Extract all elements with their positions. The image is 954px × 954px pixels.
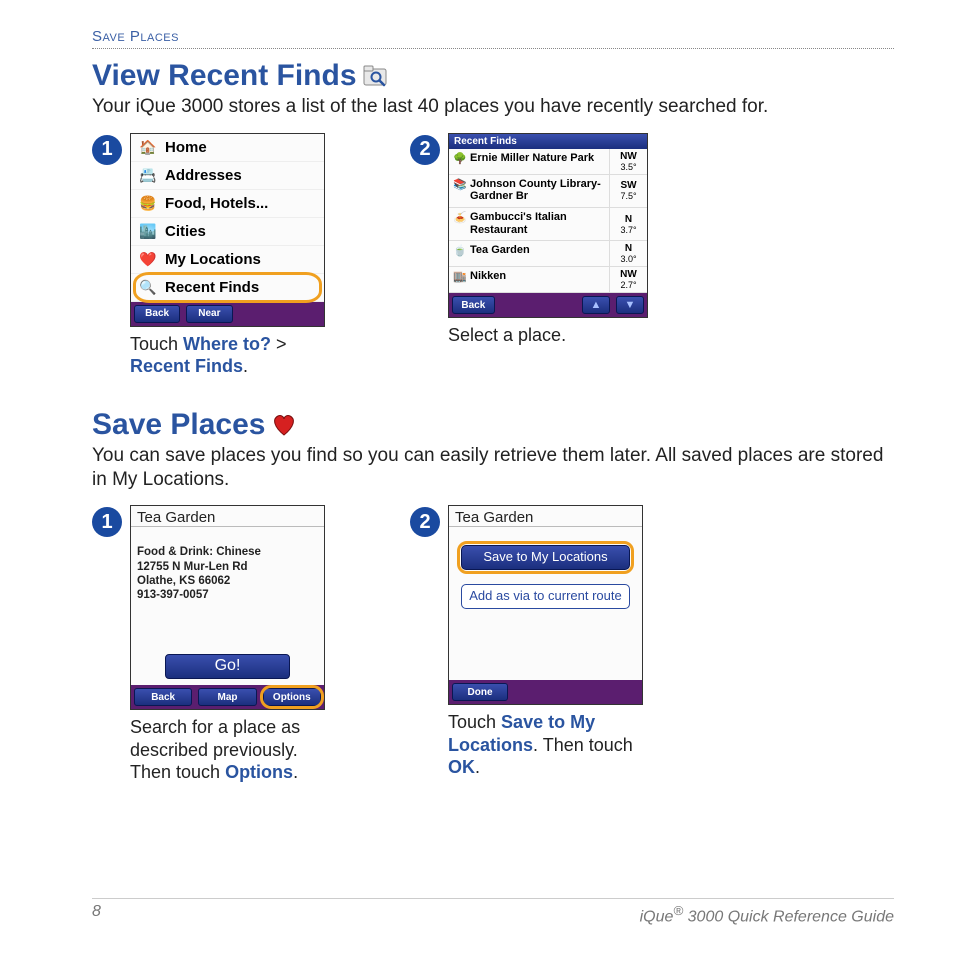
scroll-up-button[interactable]: ▲	[582, 296, 610, 314]
place-title: Tea Garden	[131, 506, 324, 527]
back-button[interactable]: Back	[134, 305, 180, 323]
scroll-down-button[interactable]: ▼	[616, 296, 644, 314]
step-caption: Touch Save to My Locations. Then touch O…	[448, 711, 658, 779]
restaurant-icon: 🍝	[453, 211, 465, 223]
menu-item-addresses[interactable]: 📇 Addresses	[131, 162, 324, 190]
heart-icon	[271, 413, 297, 437]
section-intro: You can save places you find so you can …	[92, 444, 894, 492]
menu-label: Addresses	[165, 167, 242, 184]
step-caption: Touch Where to? > Recent Finds.	[130, 333, 340, 378]
back-button[interactable]: Back	[452, 296, 495, 314]
back-button[interactable]: Back	[134, 688, 192, 706]
library-icon: 📚	[453, 178, 465, 190]
home-icon: 🏠	[139, 139, 157, 155]
menu-label: Recent Finds	[165, 279, 259, 296]
menu-label: Food, Hotels...	[165, 195, 268, 212]
done-button[interactable]: Done	[452, 683, 508, 701]
menu-item-recent-finds[interactable]: 🔍 Recent Finds	[131, 274, 324, 302]
footer-spacer	[511, 680, 642, 704]
add-as-via-button[interactable]: Add as via to current route	[461, 584, 630, 609]
list-item[interactable]: 🌳Ernie Miller Nature Park NW3.5°	[449, 149, 647, 175]
near-button[interactable]: Near	[186, 305, 232, 323]
store-icon: 🏬	[453, 270, 465, 282]
step-bullet-2: 2	[410, 135, 440, 165]
section-intro: Your iQue 3000 stores a list of the last…	[92, 95, 894, 119]
device-screen-recent-finds: Recent Finds 🌳Ernie Miller Nature Park N…	[448, 133, 648, 319]
page-number: 8	[92, 903, 101, 926]
folder-search-icon	[363, 65, 389, 87]
guide-title: iQue® 3000 Quick Reference Guide	[640, 903, 894, 926]
step-bullet-1: 1	[92, 135, 122, 165]
title-text: Save Places	[92, 408, 265, 442]
addresses-icon: 📇	[139, 167, 157, 183]
heart-icon: ❤️	[139, 251, 157, 267]
place-title: Tea Garden	[449, 506, 642, 527]
section-title-save-places: Save Places	[92, 408, 894, 442]
options-button[interactable]: Options	[263, 688, 321, 706]
footer-spacer	[236, 302, 325, 326]
menu-label: Cities	[165, 223, 206, 240]
park-icon: 🌳	[453, 152, 465, 164]
save-to-my-locations-button[interactable]: Save to My Locations	[461, 545, 630, 570]
cities-icon: 🏙️	[139, 223, 157, 239]
tea-icon: 🍵	[453, 244, 465, 256]
page-header: Save Places	[92, 28, 894, 49]
go-button[interactable]: Go!	[165, 654, 290, 679]
device-screen-where-to-menu: 🏠 Home 📇 Addresses 🍔 Food, Hotels... 🏙️ …	[130, 133, 325, 327]
section-title-view-recent-finds: View Recent Finds	[92, 59, 894, 93]
list-item[interactable]: 🍵Tea Garden N3.0°	[449, 241, 647, 267]
step-caption: Select a place.	[448, 324, 648, 347]
titlebar: Recent Finds	[449, 134, 647, 149]
menu-item-food-hotels[interactable]: 🍔 Food, Hotels...	[131, 190, 324, 218]
title-text: View Recent Finds	[92, 59, 357, 93]
place-detail-body: Food & Drink: Chinese 12755 N Mur-Len Rd…	[131, 527, 324, 648]
food-icon: 🍔	[139, 195, 157, 211]
map-button[interactable]: Map	[198, 688, 256, 706]
list-item[interactable]: 📚Johnson County Library-Gardner Br SW7.5…	[449, 175, 647, 208]
menu-item-my-locations[interactable]: ❤️ My Locations	[131, 246, 324, 274]
list-item[interactable]: 🏬Nikken NW2.7°	[449, 267, 647, 293]
step-bullet-2: 2	[410, 507, 440, 537]
step-bullet-1: 1	[92, 507, 122, 537]
menu-label: My Locations	[165, 251, 261, 268]
menu-item-cities[interactable]: 🏙️ Cities	[131, 218, 324, 246]
device-screen-place-detail: Tea Garden Food & Drink: Chinese 12755 N…	[130, 505, 325, 710]
list-item[interactable]: 🍝Gambucci's Italian Restaurant N3.7°	[449, 208, 647, 241]
device-screen-save-options: Tea Garden Save to My Locations Add as v…	[448, 505, 643, 705]
page-footer: 8 iQue® 3000 Quick Reference Guide	[92, 898, 894, 926]
footer-spacer	[498, 293, 579, 317]
step-caption: Search for a place as described previous…	[130, 716, 340, 784]
recent-icon: 🔍	[139, 279, 157, 295]
menu-label: Home	[165, 139, 207, 156]
menu-item-home[interactable]: 🏠 Home	[131, 134, 324, 162]
